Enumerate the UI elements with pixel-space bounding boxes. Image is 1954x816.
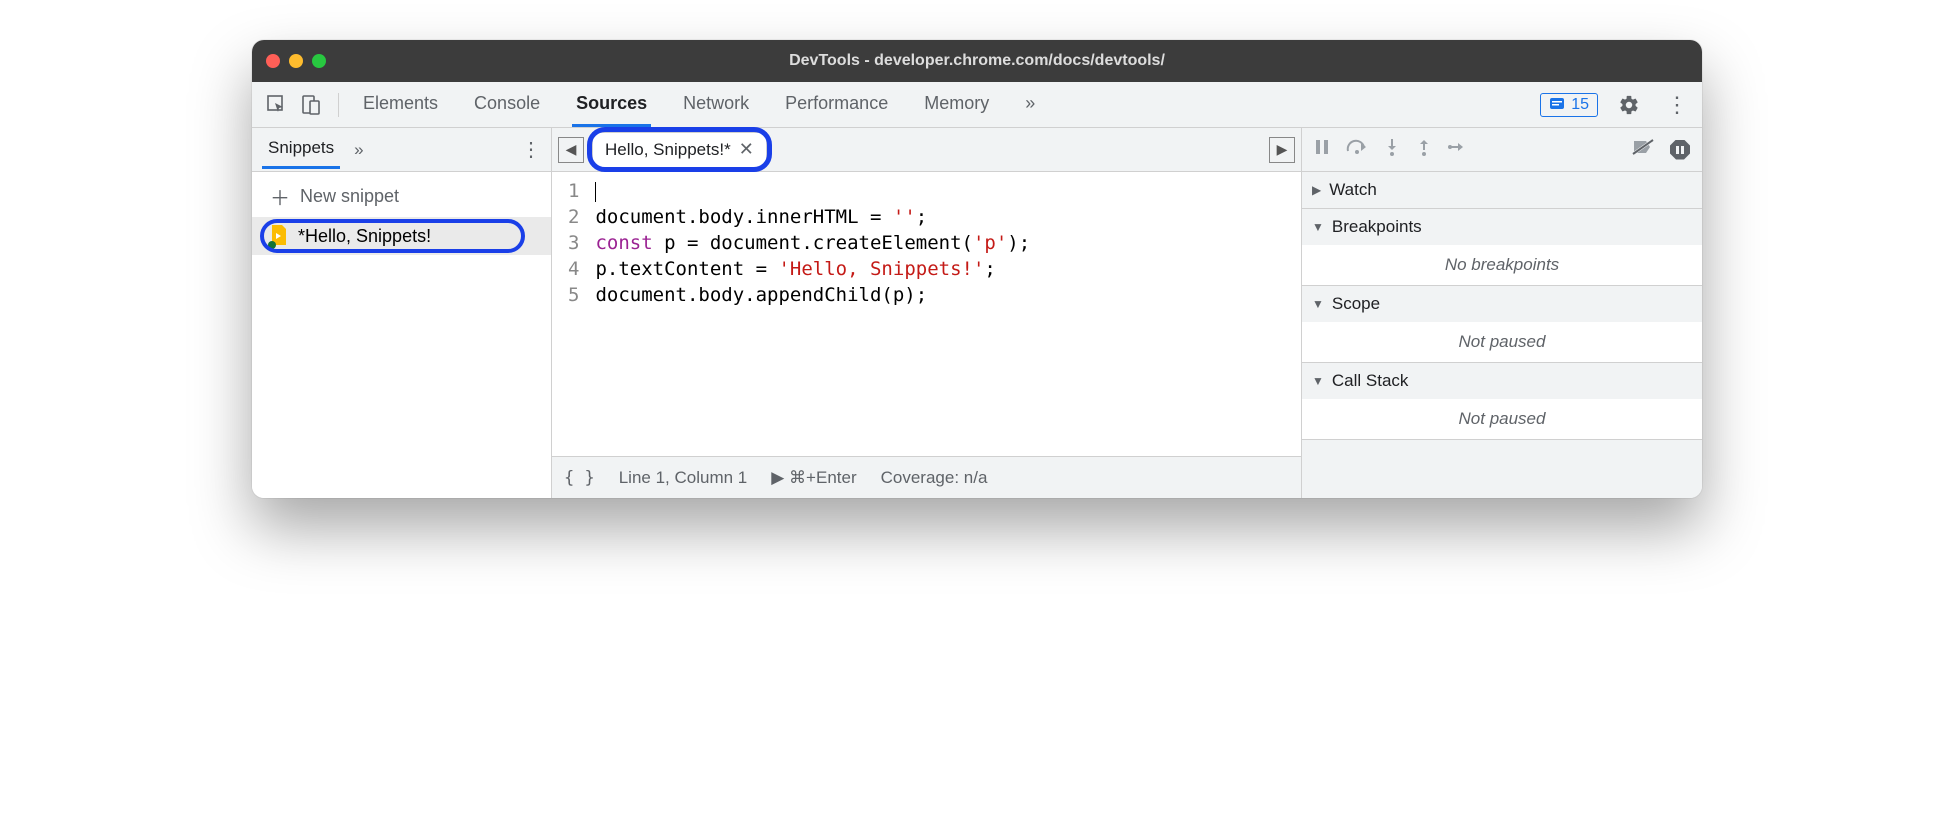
kebab-menu-icon[interactable]: ⋮ [1660,88,1694,122]
tab-snippets[interactable]: Snippets [262,130,340,169]
new-snippet-label: New snippet [300,186,399,207]
breakpoints-body: No breakpoints [1302,245,1702,285]
devtools-window: DevTools - developer.chrome.com/docs/dev… [252,40,1702,498]
code-line [595,178,1030,204]
unsaved-dot-icon [268,241,276,249]
chevron-down-icon: ▼ [1312,374,1324,388]
tab-network[interactable]: Network [679,83,753,127]
separator [338,93,339,117]
debugger-column: ▶ Watch ▼ Breakpoints No breakpoints ▼ S… [1302,128,1702,498]
code-editor[interactable]: 12345 document.body.innerHTML = ''; cons… [552,172,1301,456]
debugger-toolbar [1302,128,1702,172]
callstack-header[interactable]: ▼ Call Stack [1302,363,1702,399]
snippet-item[interactable]: *Hello, Snippets! [252,217,551,255]
editor-statusbar: { } Line 1, Column 1 ▶ ⌘+Enter Coverage:… [552,456,1301,498]
snippet-item-label: *Hello, Snippets! [298,226,431,247]
nav-next-icon[interactable]: ▶ [1269,137,1295,163]
pause-icon[interactable] [1314,139,1330,160]
close-tab-icon[interactable]: ✕ [739,139,754,160]
minimize-window-button[interactable] [289,54,303,68]
close-window-button[interactable] [266,54,280,68]
pretty-print-icon[interactable]: { } [564,468,595,488]
chevron-down-icon: ▼ [1312,297,1324,311]
section-title: Watch [1329,180,1377,200]
watch-section: ▶ Watch [1302,172,1702,209]
section-title: Scope [1332,294,1380,314]
scope-section: ▼ Scope Not paused [1302,286,1702,363]
new-snippet-button[interactable]: ＋ New snippet [252,176,551,217]
editor-tabbar: ◀ Hello, Snippets!* ✕ ▶ [552,128,1301,172]
traffic-lights [266,54,326,68]
tab-performance[interactable]: Performance [781,83,892,127]
step-out-icon[interactable] [1416,138,1432,161]
tab-elements[interactable]: Elements [359,83,442,127]
panel-tabs: Elements Console Sources Network Perform… [359,83,1039,127]
navigator-overflow[interactable]: » [354,140,363,160]
issues-button[interactable]: 15 [1540,93,1598,117]
tab-sources[interactable]: Sources [572,83,651,127]
coverage-status: Coverage: n/a [881,468,988,488]
chevron-down-icon: ▼ [1312,220,1324,234]
chevron-right-icon: ▶ [1312,183,1321,197]
callstack-section: ▼ Call Stack Not paused [1302,363,1702,440]
tab-overflow[interactable]: » [1021,83,1039,127]
code-line: const p = document.createElement('p'); [595,230,1030,256]
watch-header[interactable]: ▶ Watch [1302,172,1702,208]
navigator-menu-icon[interactable]: ⋮ [521,137,541,162]
issues-count: 15 [1571,96,1589,114]
navigator-tabs: Snippets » ⋮ [252,128,551,172]
window-title: DevTools - developer.chrome.com/docs/dev… [252,52,1702,70]
plus-icon: ＋ [270,182,290,211]
step-into-icon[interactable] [1384,138,1400,161]
scope-header[interactable]: ▼ Scope [1302,286,1702,322]
section-title: Call Stack [1332,371,1409,391]
inspect-element-icon[interactable] [260,88,294,122]
snippet-file-icon [270,225,288,247]
device-toolbar-icon[interactable] [294,88,328,122]
main-area: Snippets » ⋮ ＋ New snippet *Hello, Snipp… [252,128,1702,498]
pause-on-exceptions-icon[interactable] [1670,140,1690,160]
code-line: p.textContent = 'Hello, Snippets!'; [595,256,1030,282]
step-icon[interactable] [1448,139,1468,160]
scope-body: Not paused [1302,322,1702,362]
nav-prev-icon[interactable]: ◀ [558,137,584,163]
zoom-window-button[interactable] [312,54,326,68]
code-line: document.body.appendChild(p); [595,282,1030,308]
code-lines: document.body.innerHTML = ''; const p = … [589,172,1040,456]
tab-memory[interactable]: Memory [920,83,993,127]
breakpoints-section: ▼ Breakpoints No breakpoints [1302,209,1702,286]
file-tab-label: Hello, Snippets!* [605,140,731,160]
main-toolbar: Elements Console Sources Network Perform… [252,82,1702,128]
callstack-body: Not paused [1302,399,1702,439]
file-tab[interactable]: Hello, Snippets!* ✕ [592,132,767,167]
step-over-icon[interactable] [1346,139,1368,160]
line-gutter: 12345 [552,172,589,456]
settings-icon[interactable] [1612,88,1646,122]
breakpoints-header[interactable]: ▼ Breakpoints [1302,209,1702,245]
deactivate-breakpoints-icon[interactable] [1632,138,1654,161]
run-snippet-button[interactable]: ▶ ⌘+Enter [771,468,856,488]
tab-console[interactable]: Console [470,83,544,127]
editor-column: ◀ Hello, Snippets!* ✕ ▶ 12345 document.b… [552,128,1302,498]
code-line: document.body.innerHTML = ''; [595,204,1030,230]
navigator-sidebar: Snippets » ⋮ ＋ New snippet *Hello, Snipp… [252,128,552,498]
section-title: Breakpoints [1332,217,1422,237]
titlebar: DevTools - developer.chrome.com/docs/dev… [252,40,1702,82]
cursor-position: Line 1, Column 1 [619,468,748,488]
